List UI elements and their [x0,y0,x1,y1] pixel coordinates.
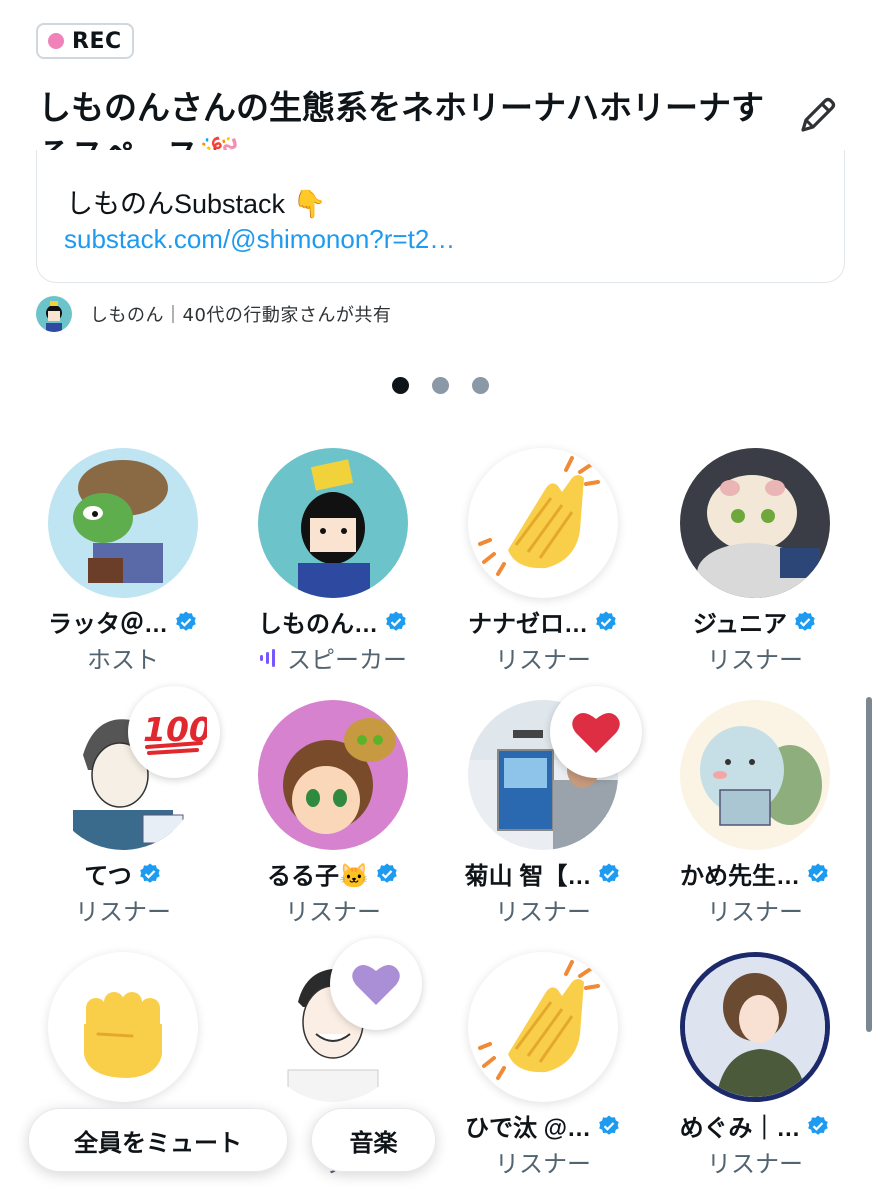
raised-fist-icon [84,992,162,1078]
verified-badge-icon [596,611,616,631]
red-heart-icon [572,712,620,753]
scrollbar[interactable] [866,697,872,1032]
avatar [48,448,198,598]
participant-name: ナナゼロ… [468,611,588,638]
verified-badge-icon [795,611,815,631]
participant-role: ホスト [87,646,159,674]
purple-heart-icon [352,964,400,1005]
mute-all-label: 全員をミュート [74,1128,242,1157]
avatar [468,952,618,1102]
reaction-bubble [330,938,422,1030]
mute-all-button[interactable]: 全員をミュート [28,1108,288,1172]
participant-role: リスナー [285,898,381,926]
participant-card[interactable]: しものん… スピーカー [228,448,438,688]
edit-pencil-icon[interactable] [793,92,841,140]
participant-role: リスナー [495,646,591,674]
participant-card[interactable]: めぐみ｜… リスナー [650,952,860,1192]
sharer-avatar [36,296,72,332]
hundred-points-icon: 100 [143,710,207,755]
avatar [48,952,198,1102]
reaction-bubble [550,686,642,778]
participant-card[interactable]: かめ先生… リスナー [650,700,860,940]
avatar [258,700,408,850]
verified-badge-icon [176,611,196,631]
participant-name: めぐみ｜… [679,1115,801,1142]
participant-name: 菊山 智【… [464,863,592,890]
card-title: しものんSubstack 👇 [66,189,327,219]
page-dot-active[interactable] [392,377,409,394]
participant-name: しものん… [258,611,378,638]
verified-badge-icon [808,1115,829,1135]
pinned-link-card[interactable]: しものんSubstack 👇 substack.com/@shimonon?r=… [36,150,845,283]
music-button[interactable]: 音楽 [311,1108,436,1172]
participant-role: リスナー [495,898,591,926]
carousel-pagination [392,377,489,394]
participant-card[interactable]: るる子🐱 リスナー [228,700,438,940]
card-url-link[interactable]: substack.com/@shimonon?r=t2… [64,224,455,255]
verified-badge-icon [386,611,406,631]
shared-by-text: しものん｜40代の行動家さんが共有 [90,305,392,326]
participant-card[interactable]: ラッタ＠… ホスト [18,448,228,688]
rec-label: REC [72,28,122,54]
participant-card[interactable]: 菊山 智【… リスナー [438,686,648,940]
rec-badge: REC [36,23,134,59]
participant-card[interactable]: ナナゼロ… リスナー [438,448,648,688]
participant-name: かめ先生… [680,863,800,890]
verified-badge-icon [808,863,828,883]
participant-card[interactable]: 100 てつ リスナー [18,686,228,940]
recording-dot-icon [48,33,64,49]
clapping-hands-icon [478,960,600,1080]
shared-by-row: しものん｜40代の行動家さんが共有 [36,296,391,332]
verified-badge-icon [139,863,160,883]
page-dot[interactable] [472,377,489,394]
participant-role: スピーカー [287,646,407,674]
avatar [680,700,830,850]
participant-role: リスナー [707,898,803,926]
participant-name: てつ [84,863,132,890]
participant-card[interactable]: ひで汰 @… リスナー [438,952,648,1192]
reaction-bubble: 100 [128,686,220,778]
avatar [468,448,618,598]
participant-role: リスナー [707,646,803,674]
participant-name: ジュニア [692,611,788,638]
verified-badge-icon [599,1115,619,1135]
music-label: 音楽 [349,1128,398,1157]
clapping-hands-icon [478,456,600,576]
avatar [258,448,408,598]
page-dot[interactable] [432,377,449,394]
participant-role: リスナー [707,1150,803,1178]
participant-card[interactable]: ジュニア リスナー [650,448,860,688]
participant-name: ラッタ＠… [48,611,168,638]
participant-role: リスナー [495,1150,591,1178]
participant-role: リスナー [75,898,171,926]
participant-name: ひで汰 @… [464,1115,592,1142]
participant-name: るる子🐱 [267,863,369,890]
avatar [680,952,830,1102]
speaking-indicator-icon [260,648,275,667]
verified-badge-icon [599,863,620,883]
verified-badge-icon [377,863,397,883]
avatar [680,448,830,598]
